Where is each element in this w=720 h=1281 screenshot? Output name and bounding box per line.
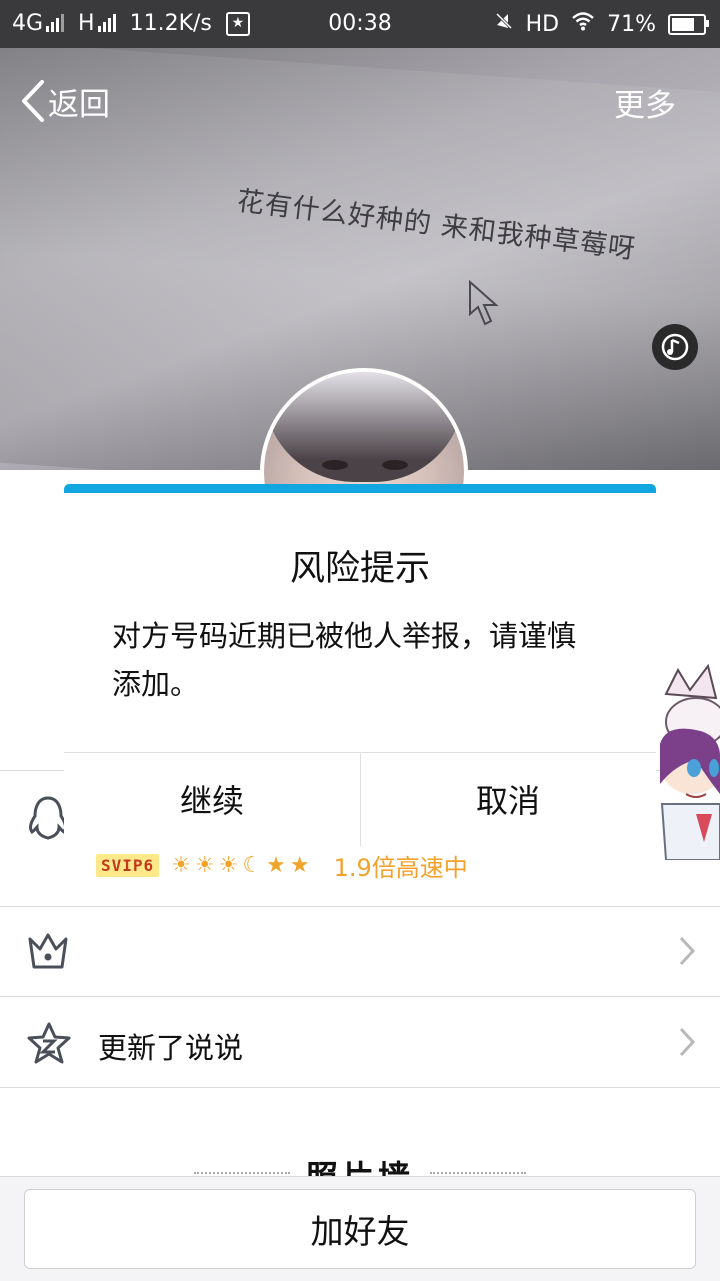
cursor-icon (469, 280, 499, 326)
dialog-title: 风险提示 (289, 549, 430, 589)
sun-icon: ☀ (218, 853, 239, 878)
vip-info[interactable]: SVIP6 ☀ ☀ ☀ ☾ ★ ★ 1.9倍高速中 (96, 848, 468, 883)
music-button[interactable] (652, 324, 698, 370)
music-note-icon (661, 333, 689, 361)
vip-row[interactable] (0, 907, 720, 996)
chevron-right-icon (679, 1027, 696, 1057)
svip-badge: SVIP6 (96, 854, 160, 877)
level-icons: ☀ ☀ ☀ ☾ ★ ★ (171, 853, 309, 878)
dialog-message: 对方号码近期已被他人举报，请谨慎添加。 (112, 619, 577, 701)
back-button[interactable]: 返回 (18, 78, 110, 124)
back-label: 返回 (48, 86, 110, 123)
more-button[interactable]: 更多 (614, 80, 676, 125)
feed-row-text: 更新了说说 (98, 1031, 244, 1065)
anime-sticker (660, 664, 720, 860)
add-friend-button[interactable]: 加好友 (24, 1189, 696, 1269)
sun-icon: ☀ (194, 853, 215, 878)
star-icon: ★ (266, 853, 286, 878)
hd-indicator: HD (525, 11, 560, 37)
feed-row[interactable]: 更新了说说 (0, 997, 720, 1087)
chevron-right-icon (679, 936, 696, 966)
battery-percent: 71% (607, 11, 656, 37)
wifi-icon (571, 11, 595, 37)
continue-button[interactable]: 继续 (64, 752, 360, 846)
sun-icon: ☀ (171, 853, 191, 878)
star-icon: ★ (289, 853, 310, 878)
dialog-accent-bar (64, 484, 656, 493)
status-bar: 4G H 11.2K/s ★ 00:38 HD 71% (0, 0, 720, 48)
mute-icon (494, 11, 514, 37)
star-z-icon (27, 1022, 71, 1064)
chevron-left-icon (22, 80, 44, 122)
bottom-bar: 加好友 (0, 1176, 720, 1281)
crown-icon (28, 933, 68, 969)
risk-warning-dialog: 风险提示 对方号码近期已被他人举报，请谨慎添加。 继续 取消 (64, 484, 656, 846)
battery-icon (668, 13, 709, 35)
moon-icon: ☾ (242, 853, 263, 878)
vip-speed-text: 1.9倍高速中 (333, 854, 468, 882)
cancel-button[interactable]: 取消 (360, 752, 656, 846)
